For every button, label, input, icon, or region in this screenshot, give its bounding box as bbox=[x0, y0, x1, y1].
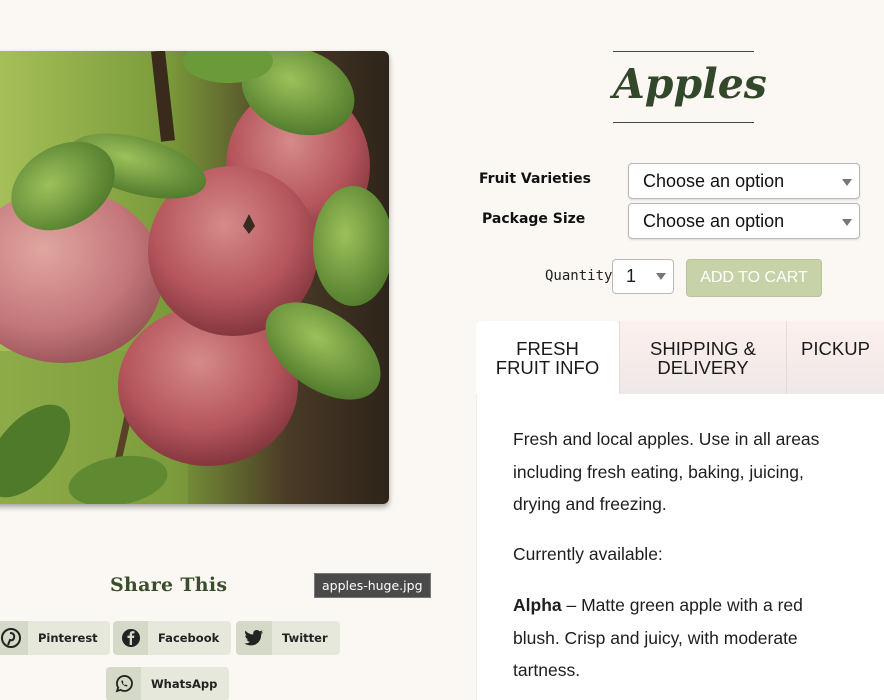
tab-label-line1: SHIPPING & bbox=[650, 337, 756, 359]
twitter-share-button[interactable]: Twitter bbox=[236, 621, 340, 655]
facebook-label: Facebook bbox=[148, 621, 232, 655]
chevron-down-icon bbox=[842, 219, 852, 226]
apples-photo bbox=[0, 51, 389, 504]
whatsapp-share-button[interactable]: WhatsApp bbox=[106, 667, 230, 700]
share-title: Share This bbox=[110, 574, 228, 596]
tab-fresh-fruit-info[interactable]: FRESH FRUIT INFO bbox=[476, 321, 619, 394]
quantity-value: 1 bbox=[626, 266, 637, 286]
quantity-select[interactable]: 1 bbox=[612, 259, 674, 294]
fruit-varieties-value: Choose an option bbox=[643, 171, 785, 191]
title-rule-top bbox=[613, 51, 754, 52]
panel-available-heading: Currently available: bbox=[513, 544, 663, 564]
package-size-value: Choose an option bbox=[643, 211, 785, 231]
panel-intro-text: Fresh and local apples. Use in all areas… bbox=[513, 429, 820, 514]
add-to-cart-button[interactable]: ADD TO CART bbox=[686, 259, 822, 297]
facebook-icon bbox=[113, 621, 148, 655]
tab-label-line2: DELIVERY bbox=[657, 356, 749, 378]
chevron-down-icon bbox=[842, 179, 852, 186]
twitter-label: Twitter bbox=[272, 621, 340, 655]
image-filename-tooltip: apples-huge.jpg bbox=[314, 573, 431, 598]
twitter-icon bbox=[236, 621, 272, 655]
chevron-down-icon bbox=[656, 273, 666, 280]
whatsapp-icon bbox=[106, 667, 141, 700]
variety-name: Alpha bbox=[513, 595, 562, 615]
fruit-varieties-label: Fruit Varieties bbox=[479, 171, 591, 187]
pinterest-icon bbox=[0, 621, 28, 655]
facebook-share-button[interactable]: Facebook bbox=[113, 621, 232, 655]
tab-label-line2: FRUIT INFO bbox=[495, 356, 600, 378]
panel-variety-description: Alpha – Matte green apple with a red blu… bbox=[513, 589, 843, 687]
tab-label-line1: FRESH bbox=[516, 337, 579, 359]
fruit-varieties-select[interactable]: Choose an option bbox=[628, 163, 860, 199]
product-title: Apples bbox=[613, 60, 767, 108]
whatsapp-label: WhatsApp bbox=[141, 667, 230, 700]
pinterest-label: Pinterest bbox=[28, 621, 110, 655]
tab-label-line1: PICKUP bbox=[801, 338, 870, 359]
tab-shipping-delivery[interactable]: SHIPPING & DELIVERY bbox=[619, 321, 786, 394]
product-image[interactable] bbox=[0, 51, 389, 504]
title-rule-bottom bbox=[613, 122, 754, 123]
quantity-label: Quantity: bbox=[545, 268, 621, 284]
tab-pickup[interactable]: PICKUP bbox=[786, 321, 884, 394]
package-size-label: Package Size bbox=[482, 211, 586, 227]
package-size-select[interactable]: Choose an option bbox=[628, 203, 860, 239]
pinterest-share-button[interactable]: Pinterest bbox=[0, 621, 110, 655]
